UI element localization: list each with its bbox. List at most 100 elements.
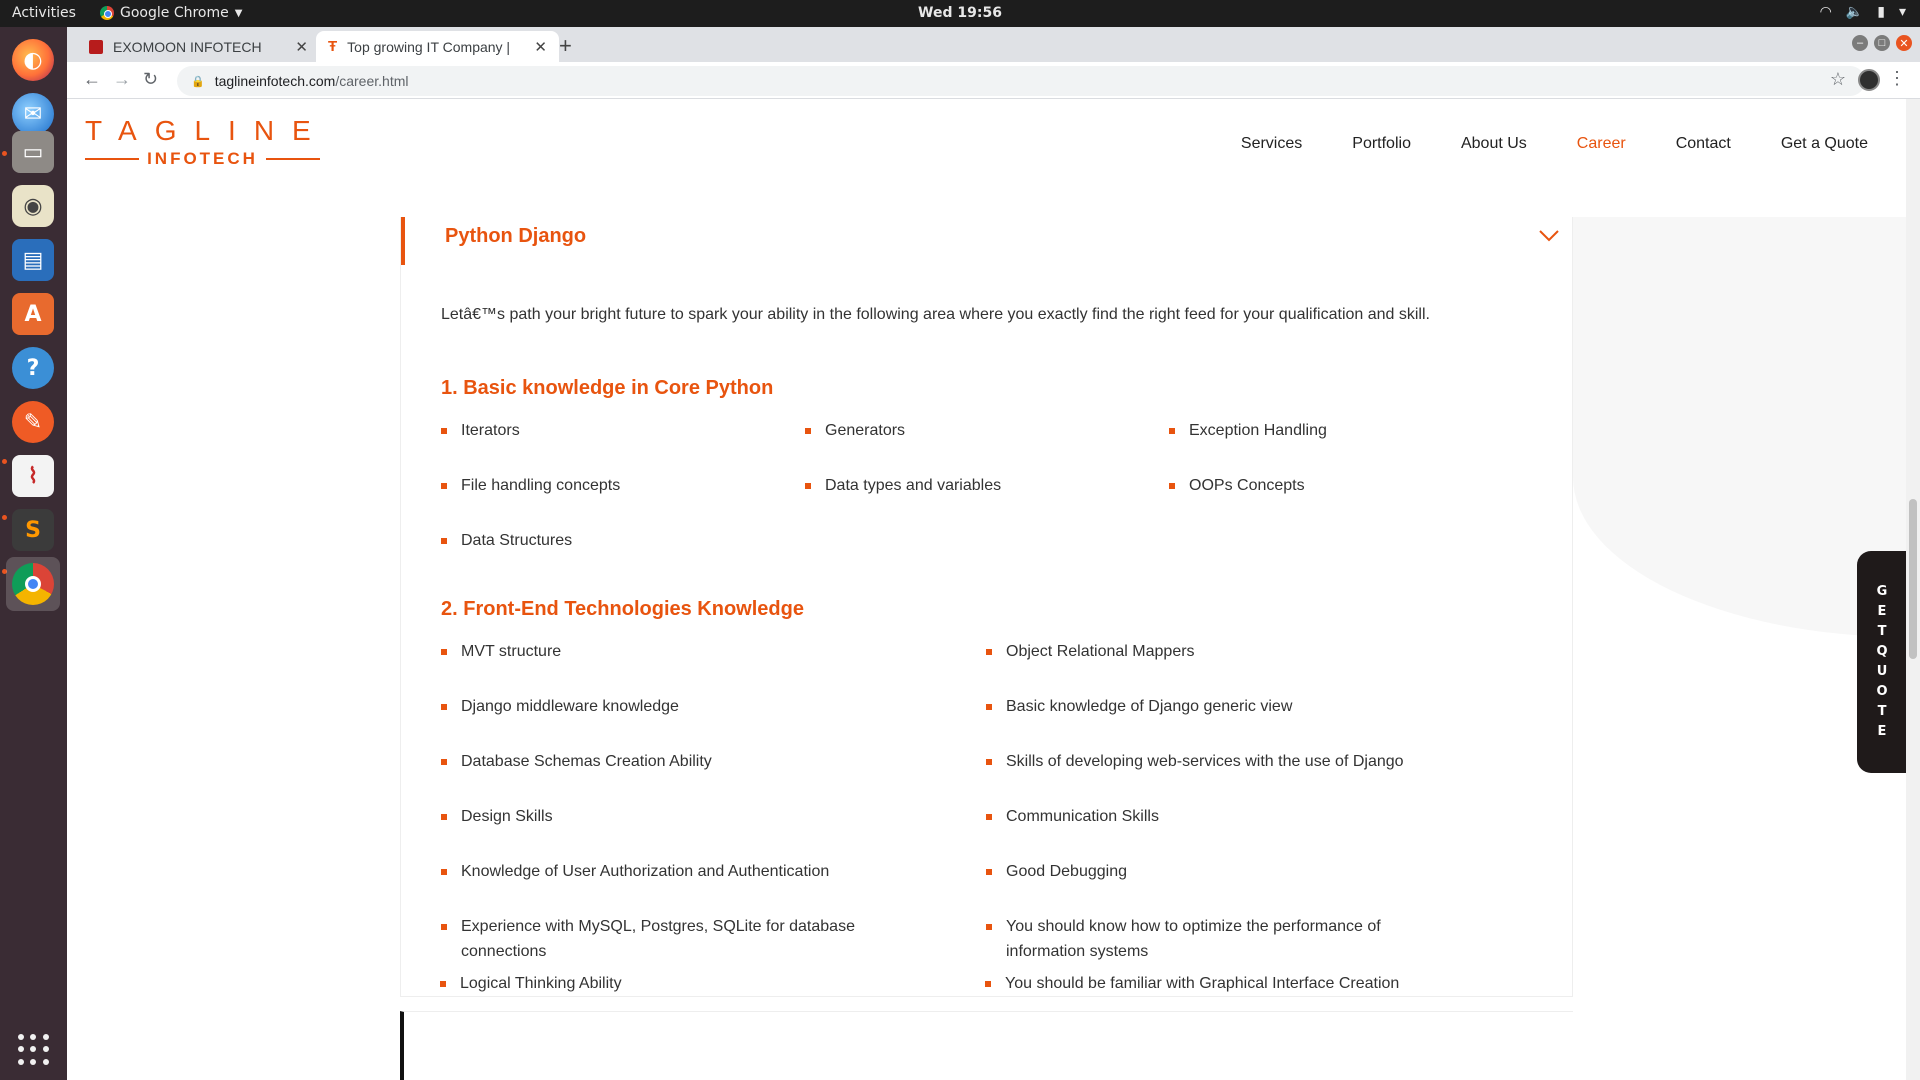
nav-career[interactable]: Career bbox=[1577, 135, 1626, 153]
maximize-icon[interactable]: □ bbox=[1874, 35, 1890, 51]
tab-strip: EXOMOON INFOTECH ✕ Ŧ Top growing IT Comp… bbox=[67, 27, 1920, 62]
caret-down-icon: ▼ bbox=[234, 7, 243, 19]
list-item: You should know how to optimize the perf… bbox=[986, 914, 1456, 964]
url-path: /career.html bbox=[335, 73, 409, 89]
close-tab-icon[interactable]: ✕ bbox=[534, 38, 547, 56]
tagline-logo[interactable]: TAGLINE INFOTECH bbox=[85, 115, 329, 169]
section-title: 1. Basic knowledge in Core Python bbox=[441, 377, 774, 399]
list-item: Good Debugging bbox=[986, 859, 1486, 884]
dock: ◐ ✉ ▭ ◉ ▤ A ? ✎ ⌇ S bbox=[0, 27, 67, 1080]
scrollbar-thumb[interactable] bbox=[1909, 499, 1917, 659]
list-item: Exception Handling bbox=[1169, 418, 1327, 443]
dock-help[interactable]: ? bbox=[6, 341, 60, 395]
list-item: Object Relational Mappers bbox=[986, 639, 1486, 664]
firefox-icon: ◐ bbox=[12, 39, 54, 81]
dock-rhythmbox[interactable]: ◉ bbox=[6, 179, 60, 233]
list-item: Skills of developing web-services with t… bbox=[986, 749, 1486, 774]
dock-chrome[interactable] bbox=[6, 557, 60, 611]
exomoon-favicon-icon bbox=[89, 39, 103, 54]
help-icon: ? bbox=[12, 347, 54, 389]
dock-software[interactable]: A bbox=[6, 287, 60, 341]
chrome-menu-icon[interactable]: ⋮ bbox=[1888, 68, 1906, 89]
list-item: Database Schemas Creation Ability bbox=[441, 749, 941, 774]
page-viewport: TAGLINE INFOTECH Services Portfolio Abou… bbox=[67, 99, 1920, 1080]
document-viewer-icon: ⌇ bbox=[12, 455, 54, 497]
get-quote-side-tab[interactable]: GETQUOTE bbox=[1857, 551, 1907, 773]
job-intro: Letâ€™s path your bright future to spark… bbox=[441, 306, 1430, 323]
list-item: Data Structures bbox=[441, 528, 572, 553]
lock-icon[interactable]: 🔒 bbox=[191, 75, 205, 88]
tab-exomoon[interactable]: EXOMOON INFOTECH ✕ bbox=[77, 31, 320, 62]
section-title: 2. Front-End Technologies Knowledge bbox=[441, 598, 804, 620]
battery-icon: ▮ bbox=[1877, 4, 1885, 20]
wifi-icon: ◠ bbox=[1819, 4, 1832, 20]
dock-sublime[interactable]: S bbox=[6, 503, 60, 557]
list-item: Iterators bbox=[441, 418, 520, 443]
profile-avatar[interactable] bbox=[1858, 69, 1880, 91]
accordion-header[interactable]: Python Django bbox=[401, 217, 1574, 265]
list-item: OOPs Concepts bbox=[1169, 473, 1305, 498]
activities-button[interactable]: Activities bbox=[12, 5, 76, 21]
sublime-text-icon: S bbox=[12, 509, 54, 551]
system-tray[interactable]: ◠ 🔈 ▮ ▾ bbox=[1820, 4, 1906, 20]
new-tab-icon[interactable]: + bbox=[559, 33, 572, 59]
nav-portfolio[interactable]: Portfolio bbox=[1352, 135, 1411, 153]
back-icon[interactable]: ← bbox=[83, 69, 101, 90]
browser-toolbar: ← → ↻ 🔒 taglineinfotech.com/career.html … bbox=[67, 62, 1920, 99]
dock-postman[interactable]: ✎ bbox=[6, 395, 60, 449]
rhythmbox-icon: ◉ bbox=[12, 185, 54, 227]
tab-title: Top growing IT Company | bbox=[347, 38, 511, 55]
tab-tagline[interactable]: Ŧ Top growing IT Company | ✕ bbox=[316, 31, 559, 62]
clock[interactable]: Wed 19:56 bbox=[0, 5, 1920, 21]
nav-contact[interactable]: Contact bbox=[1676, 135, 1731, 153]
files-icon: ▭ bbox=[12, 131, 54, 173]
dock-firefox[interactable]: ◐ bbox=[6, 33, 60, 87]
postman-icon: ✎ bbox=[12, 401, 54, 443]
page-scrollbar[interactable] bbox=[1906, 99, 1920, 1080]
logo-subline: INFOTECH bbox=[85, 149, 321, 169]
get-quote-side-label: GETQUOTE bbox=[1876, 584, 1888, 739]
window-controls: – □ ✕ bbox=[1852, 35, 1912, 51]
address-bar[interactable]: 🔒 taglineinfotech.com/career.html bbox=[177, 66, 1865, 96]
site-header: TAGLINE INFOTECH Services Portfolio Abou… bbox=[67, 99, 1906, 217]
list-item: Design Skills bbox=[441, 804, 941, 829]
url-text: taglineinfotech.com/career.html bbox=[215, 73, 409, 89]
browser-window: EXOMOON INFOTECH ✕ Ŧ Top growing IT Comp… bbox=[67, 27, 1920, 1080]
software-center-icon: A bbox=[12, 293, 54, 335]
next-job-accordion-card[interactable] bbox=[400, 1011, 1573, 1080]
close-tab-icon[interactable]: ✕ bbox=[295, 38, 308, 56]
tab-title: EXOMOON INFOTECH bbox=[113, 38, 262, 55]
logo-wordmark: TAGLINE bbox=[85, 115, 329, 146]
bookmark-star-icon[interactable]: ☆ bbox=[1830, 69, 1846, 90]
list-item: Knowledge of User Authorization and Auth… bbox=[441, 859, 941, 884]
list-item: File handling concepts bbox=[441, 473, 620, 498]
list-item: Generators bbox=[805, 418, 905, 443]
close-window-icon[interactable]: ✕ bbox=[1896, 35, 1912, 51]
list-item: You should be familiar with Graphical In… bbox=[985, 971, 1545, 996]
main-nav: Services Portfolio About Us Career Conta… bbox=[1241, 135, 1868, 153]
show-applications-icon[interactable] bbox=[18, 1034, 50, 1066]
job-title: Python Django bbox=[445, 225, 587, 247]
nav-services[interactable]: Services bbox=[1241, 135, 1302, 153]
nav-about-us[interactable]: About Us bbox=[1461, 135, 1527, 153]
list-item: Django middleware knowledge bbox=[441, 694, 941, 719]
app-menu[interactable]: Google Chrome ▼ bbox=[100, 5, 242, 21]
tagline-favicon-icon: Ŧ bbox=[328, 38, 338, 55]
chrome-icon bbox=[100, 6, 114, 20]
reload-icon[interactable]: ↻ bbox=[143, 69, 158, 90]
list-item: Communication Skills bbox=[986, 804, 1486, 829]
list-item: Logical Thinking Ability bbox=[440, 971, 940, 996]
list-item: Experience with MySQL, Postgres, SQLite … bbox=[441, 914, 901, 964]
dock-evince[interactable]: ⌇ bbox=[6, 449, 60, 503]
app-menu-label: Google Chrome bbox=[120, 5, 229, 21]
minimize-icon[interactable]: – bbox=[1852, 35, 1868, 51]
volume-icon: 🔈 bbox=[1845, 4, 1864, 20]
dock-files[interactable]: ▭ bbox=[6, 125, 60, 179]
nav-get-a-quote[interactable]: Get a Quote bbox=[1781, 135, 1868, 153]
chrome-icon bbox=[12, 563, 54, 605]
logo-subtext: INFOTECH bbox=[147, 149, 258, 168]
forward-icon[interactable]: → bbox=[113, 69, 131, 90]
dock-writer[interactable]: ▤ bbox=[6, 233, 60, 287]
chevron-down-icon[interactable] bbox=[1538, 229, 1560, 243]
url-domain: taglineinfotech.com bbox=[214, 73, 336, 89]
